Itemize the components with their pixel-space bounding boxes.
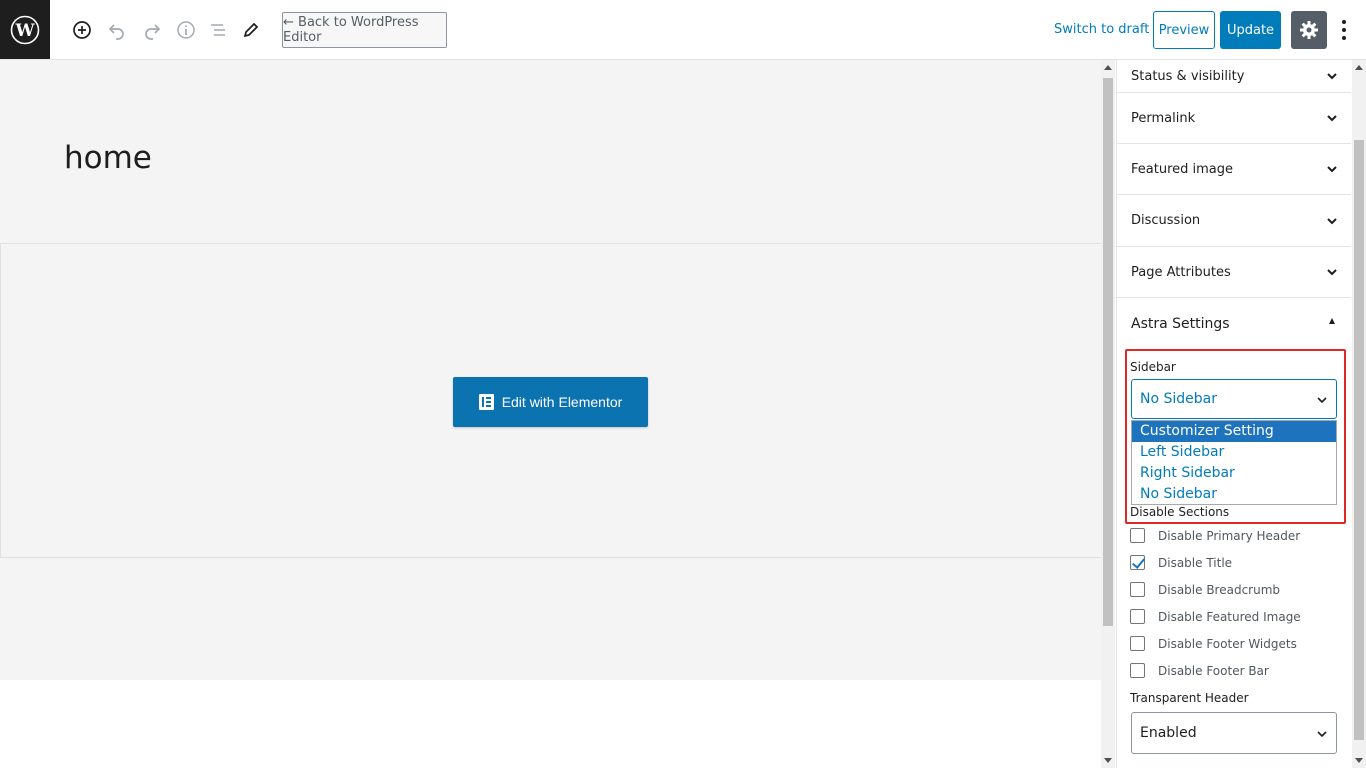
elementor-icon (478, 394, 494, 410)
panel-label: Status & visibility (1131, 68, 1245, 84)
redo-icon (145, 24, 161, 40)
top-toolbar: W ← Back to WordPress Editor Switch to d… (0, 0, 1366, 60)
checkbox[interactable] (1130, 528, 1145, 543)
page-title[interactable]: home (64, 140, 152, 176)
panel-label: Page Attributes (1131, 264, 1231, 280)
panel-permalink[interactable]: Permalink (1117, 93, 1351, 144)
redo-button[interactable] (138, 16, 166, 44)
chevron-down-icon (1327, 166, 1337, 173)
wordpress-icon: W (10, 15, 40, 44)
undo-button[interactable] (103, 16, 131, 44)
settings-button[interactable] (1291, 11, 1327, 49)
panel-label: Featured image (1131, 161, 1234, 177)
undo-icon (108, 24, 124, 40)
settings-sidebar: Status & visibility Permalink Featured i… (1116, 60, 1351, 768)
edit-with-elementor-button[interactable]: Edit with Elementor (453, 377, 648, 427)
edit-with-elementor-label: Edit with Elementor (501, 394, 623, 410)
chevron-down-icon (1327, 217, 1337, 224)
chevron-down-icon (1327, 73, 1337, 80)
chevron-down-icon (1327, 269, 1337, 276)
checkbox-row-disable-title[interactable]: Disable Title (1130, 555, 1232, 570)
sidebar-select-label: Sidebar (1130, 360, 1176, 374)
option-customizer-setting[interactable]: Customizer Setting (1132, 421, 1336, 442)
checkbox-row-disable-primary-header[interactable]: Disable Primary Header (1130, 528, 1300, 543)
scroll-down-icon[interactable] (1104, 758, 1112, 763)
more-options-button[interactable] (1334, 15, 1354, 45)
panel-label: Permalink (1131, 110, 1196, 126)
scroll-up-icon[interactable] (1104, 65, 1112, 70)
checkbox-row-disable-breadcrumb[interactable]: Disable Breadcrumb (1130, 582, 1280, 597)
collapse-up-icon[interactable] (1329, 318, 1335, 324)
svg-text:W: W (14, 21, 35, 41)
option-no-sidebar[interactable]: No Sidebar (1132, 484, 1336, 505)
option-right-sidebar[interactable]: Right Sidebar (1132, 463, 1336, 484)
checkbox-label: Disable Breadcrumb (1158, 582, 1281, 597)
sidebar-scrollbar-thumb[interactable] (1354, 140, 1364, 740)
checkbox-checked[interactable] (1130, 555, 1145, 570)
disable-sections-label: Disable Sections (1130, 505, 1230, 519)
panel-page-attributes[interactable]: Page Attributes (1117, 247, 1351, 298)
outline-icon (211, 24, 225, 36)
panel-featured-image[interactable]: Featured image (1117, 144, 1351, 195)
info-icon (177, 21, 195, 39)
chevron-down-icon (1317, 731, 1327, 738)
gear-icon (1300, 21, 1318, 39)
checkbox[interactable] (1130, 609, 1145, 624)
checkbox-row-disable-footer-widgets[interactable]: Disable Footer Widgets (1130, 636, 1297, 651)
transparent-header-label: Transparent Header (1130, 691, 1249, 705)
preview-button[interactable]: Preview (1153, 11, 1215, 49)
add-block-icon (73, 21, 91, 39)
update-button[interactable]: Update (1220, 11, 1281, 49)
checkbox-row-disable-featured-image[interactable]: Disable Featured Image (1130, 609, 1301, 624)
editor-scrollbar-thumb[interactable] (1103, 78, 1113, 626)
panel-status-visibility[interactable]: Status & visibility (1117, 60, 1351, 93)
panel-discussion[interactable]: Discussion (1117, 195, 1351, 247)
checkbox[interactable] (1130, 582, 1145, 597)
scroll-up-icon[interactable] (1355, 65, 1363, 70)
transparent-header-select[interactable]: Enabled (1131, 712, 1337, 754)
option-left-sidebar[interactable]: Left Sidebar (1132, 442, 1336, 463)
checkbox-label: Disable Footer Widgets (1158, 636, 1297, 651)
chevron-down-icon (1317, 397, 1327, 404)
checkbox-label: Disable Featured Image (1158, 609, 1301, 624)
wordpress-logo-button[interactable]: W (0, 0, 50, 59)
checkbox-label: Disable Title (1158, 555, 1233, 570)
editor-canvas: home Edit with Elementor (0, 60, 1101, 680)
info-button[interactable] (172, 16, 200, 44)
edit-mode-button[interactable] (237, 16, 265, 44)
more-vertical-icon (1342, 20, 1346, 40)
editor-scrollbar[interactable] (1101, 60, 1115, 768)
outline-button[interactable] (204, 16, 232, 44)
sidebar-scrollbar[interactable] (1352, 60, 1366, 768)
astra-settings-title[interactable]: Astra Settings (1131, 316, 1230, 332)
sidebar-options-list: Customizer Setting Left Sidebar Right Si… (1131, 420, 1337, 505)
canvas-bottom-area (0, 680, 1101, 768)
checkbox-label: Disable Footer Bar (1158, 663, 1269, 678)
checkbox-row-disable-footer-bar[interactable]: Disable Footer Bar (1130, 663, 1269, 678)
scroll-down-icon[interactable] (1355, 758, 1363, 763)
edit-icon (243, 22, 259, 38)
checkbox-label: Disable Primary Header (1158, 528, 1301, 543)
transparent-header-value: Enabled (1140, 725, 1197, 741)
chevron-down-icon (1327, 115, 1337, 122)
sidebar-select[interactable]: No Sidebar (1131, 379, 1337, 419)
switch-to-draft-link[interactable]: Switch to draft (1054, 22, 1149, 37)
checkbox[interactable] (1130, 663, 1145, 678)
add-block-button[interactable] (68, 16, 96, 44)
sidebar-select-value: No Sidebar (1140, 391, 1217, 407)
back-to-wordpress-editor-button[interactable]: ← Back to WordPress Editor (282, 12, 447, 48)
panel-label: Discussion (1131, 213, 1201, 228)
checkbox[interactable] (1130, 636, 1145, 651)
